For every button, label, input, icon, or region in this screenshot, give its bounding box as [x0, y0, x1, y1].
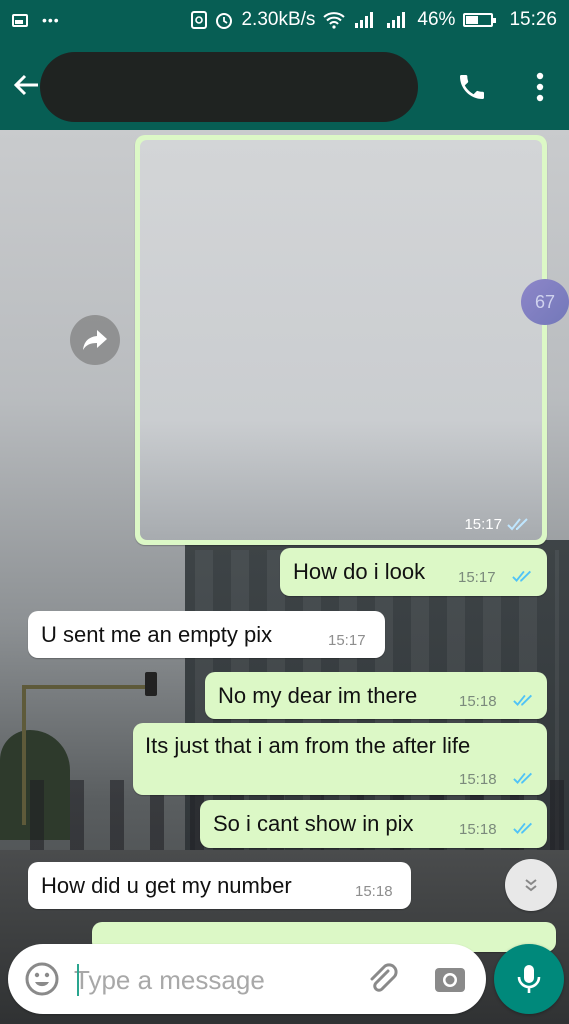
unread-count-badge[interactable]: 67 — [521, 279, 569, 325]
outgoing-message[interactable]: How do i look 15:17 — [280, 548, 547, 596]
emoji-icon[interactable] — [24, 961, 60, 997]
signal-icon — [355, 12, 374, 28]
more-notifications-icon: ••• — [42, 12, 60, 28]
double-check-icon — [513, 822, 532, 834]
phone-icon — [460, 75, 484, 99]
outgoing-message[interactable]: Its just that i am from the after life 1… — [133, 723, 547, 795]
message-time: 15:17 — [328, 632, 366, 649]
forward-icon — [83, 330, 107, 350]
message-input[interactable] — [74, 962, 354, 998]
contact-name[interactable] — [40, 52, 418, 122]
scroll-to-bottom-button[interactable] — [505, 859, 557, 911]
text-cursor — [77, 964, 79, 996]
network-speed: 2.30kB/s — [241, 9, 316, 30]
chat-header — [0, 40, 569, 130]
incoming-message[interactable]: U sent me an empty pix 15:17 — [28, 611, 385, 658]
status-bar: ••• 2.30kB/s 46% 15:26 — [0, 0, 569, 40]
incoming-message[interactable]: How did u get my number 15:18 — [28, 862, 411, 909]
double-check-icon — [513, 694, 532, 706]
clock: 15:26 — [509, 9, 557, 30]
battery-percent: 46% — [417, 9, 456, 30]
more-vert-icon — [536, 72, 544, 102]
attach-icon[interactable] — [364, 961, 400, 997]
message-text: U sent me an empty pix — [41, 622, 273, 647]
message-time: 15:18 — [459, 771, 497, 788]
outgoing-message[interactable]: No my dear im there 15:18 — [205, 672, 547, 719]
gallery-icon — [12, 13, 28, 27]
more-options-button[interactable] — [522, 67, 558, 107]
image-message[interactable]: 15:17 — [135, 135, 547, 545]
double-check-icon — [507, 518, 528, 531]
message-time: 15:18 — [355, 883, 393, 900]
voice-message-button[interactable] — [494, 944, 564, 1014]
screen-cast-icon — [191, 11, 208, 29]
mic-icon — [517, 965, 541, 993]
message-text: No my dear im there — [218, 683, 418, 708]
message-text: How did u get my number — [41, 873, 292, 898]
wallpaper-pole — [22, 685, 26, 825]
wallpaper-pole-arm — [22, 685, 152, 689]
message-time: 15:18 — [459, 821, 497, 838]
camera-icon[interactable] — [432, 961, 468, 997]
signal-icon-2 — [387, 12, 406, 28]
forward-button[interactable] — [70, 315, 120, 365]
message-time: 15:18 — [459, 693, 497, 710]
battery-icon — [463, 13, 497, 27]
sent-photo[interactable] — [140, 140, 542, 540]
message-time: 15:17 — [464, 516, 502, 533]
double-check-icon — [513, 772, 532, 784]
outgoing-message[interactable]: So i cant show in pix 15:18 — [200, 800, 547, 848]
back-arrow-icon — [13, 74, 38, 96]
voice-call-button[interactable] — [452, 67, 492, 107]
wifi-icon — [323, 12, 346, 29]
message-time: 15:17 — [458, 569, 496, 586]
message-text: How do i look — [293, 559, 426, 584]
wallpaper-traffic-light — [145, 672, 157, 696]
chevron-down-icon — [525, 879, 537, 892]
message-text: Its just that i am from the after life — [145, 733, 471, 758]
message-text: So i cant show in pix — [213, 811, 414, 836]
message-composer — [8, 944, 486, 1014]
alarm-icon — [216, 13, 233, 29]
double-check-icon — [512, 570, 531, 582]
